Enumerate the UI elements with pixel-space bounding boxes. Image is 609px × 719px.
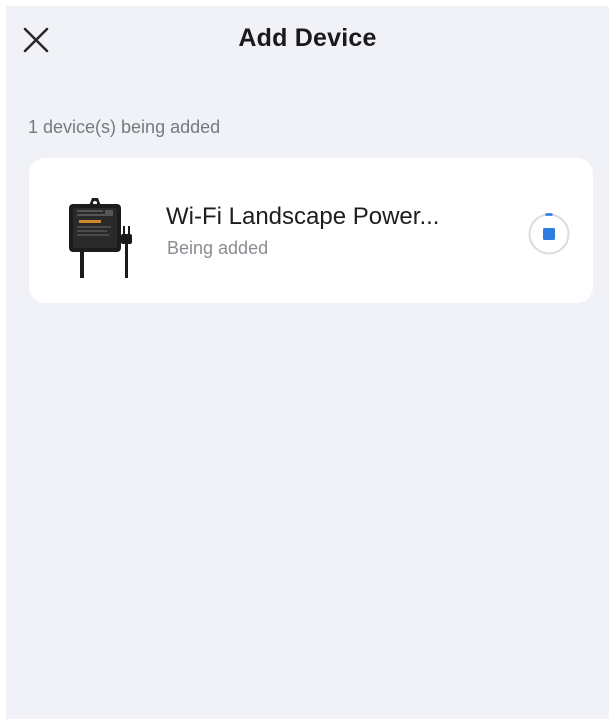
- devices-adding-count: 1 device(s) being added: [28, 117, 221, 137]
- page-title: Add Device: [238, 24, 377, 52]
- device-status: Being added: [167, 238, 269, 258]
- stop-icon: [528, 213, 570, 255]
- stop-adding-button[interactable]: [527, 212, 571, 256]
- device-card[interactable]: Wi-Fi Landscape Power... Being added: [29, 158, 593, 303]
- add-device-screen: Add Device 1 device(s) being added Wi-Fi…: [6, 6, 609, 719]
- power-adapter-icon: [69, 198, 132, 278]
- device-image: [65, 196, 137, 278]
- nav-bar: Add Device: [6, 6, 609, 72]
- device-name: Wi-Fi Landscape Power...: [166, 203, 440, 230]
